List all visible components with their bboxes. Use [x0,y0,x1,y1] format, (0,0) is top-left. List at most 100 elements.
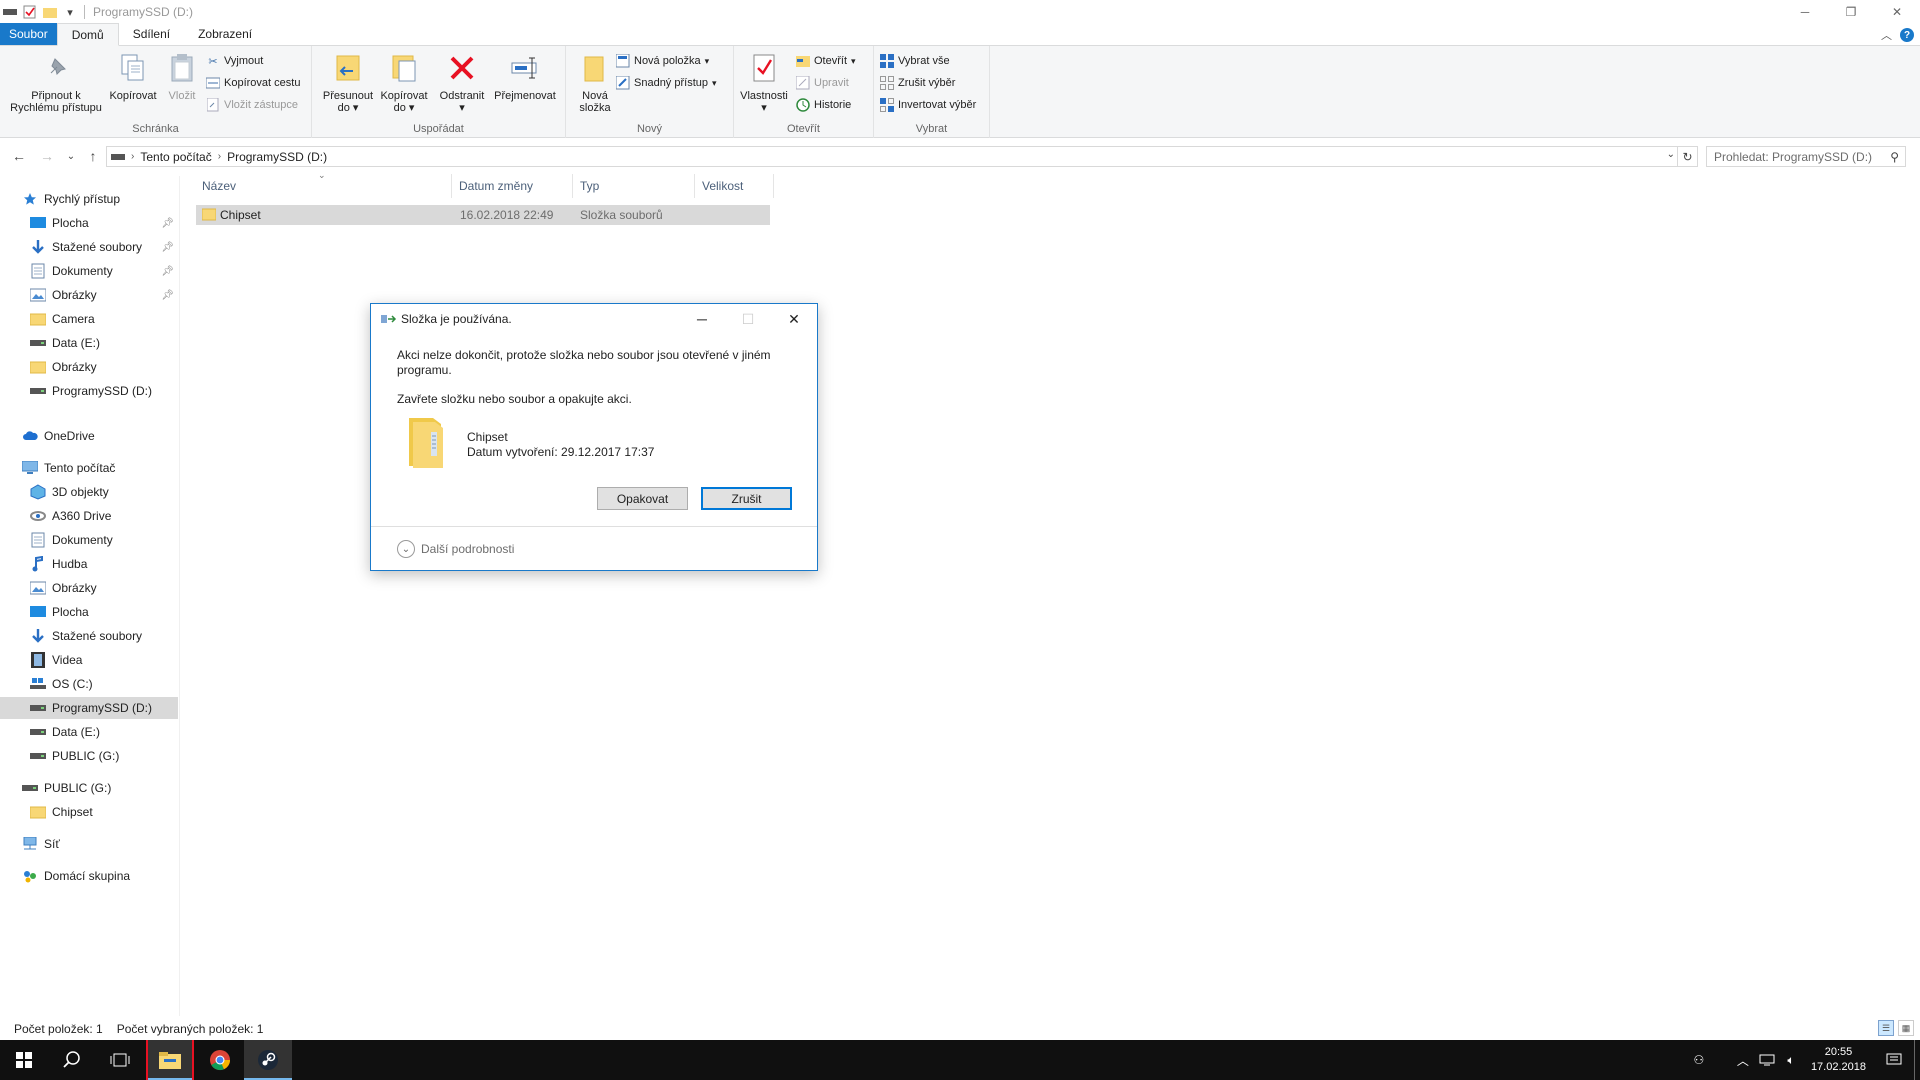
rename-button[interactable]: Přejmenovat [490,52,560,102]
sidebar-item-pc-7[interactable]: Videa [0,649,178,671]
tab-file[interactable]: Soubor [0,23,57,45]
people-icon[interactable]: ⚇ [1687,1053,1711,1067]
show-hidden-icons-icon[interactable]: ︿ [1731,1052,1755,1069]
address-dropdown-icon[interactable]: ⌄ [1667,149,1675,160]
back-arrow-icon[interactable]: ← [10,148,28,164]
sidebar-item-pc-11[interactable]: PUBLIC (G:) [0,745,178,767]
start-windows-icon[interactable] [0,1040,48,1080]
collapse-ribbon-icon[interactable]: ︿ [1881,27,1892,43]
nav-onedrive[interactable]: OneDrive [0,425,178,447]
sidebar-item-pc-1[interactable]: A360 Drive [0,505,178,527]
action-center-icon[interactable] [1874,1053,1914,1067]
breadcrumb-drive[interactable]: ProgramySSD (D:) [223,150,331,164]
paste-button[interactable]: Vložit [160,52,204,102]
task-view-icon[interactable] [96,1040,144,1080]
nav-public-drive[interactable]: PUBLIC (G:) [0,777,178,799]
table-row[interactable]: Chipset 16.02.2018 22:49 Složka souborů [196,205,770,225]
pin-quick-access-button[interactable]: Připnout k Rychlému přístupu [6,52,106,114]
maximize-button[interactable]: ❐ [1828,0,1874,24]
pin-icon[interactable]: 📌︎ [161,218,174,229]
sidebar-item-pc-4[interactable]: Obrázky [0,577,178,599]
move-to-button[interactable]: Přesunout do ▾ [320,52,376,114]
new-folder-qa-icon[interactable] [42,4,58,20]
nav-network[interactable]: Síť [0,833,178,855]
pin-icon[interactable]: 📌︎ [161,242,174,253]
search-taskbar-icon[interactable] [48,1040,96,1080]
sidebar-item-qa-6[interactable]: Obrázky [0,356,178,378]
copy-button[interactable]: Kopírovat [108,52,158,102]
sidebar-item-qa-3[interactable]: Obrázky 📌︎ [0,284,178,306]
new-folder-button[interactable]: Nová složka [570,52,620,114]
delete-button[interactable]: Odstranit ▾ [436,52,488,114]
breadcrumb-this-pc[interactable]: Tento počítač [136,150,215,164]
nav-homegroup[interactable]: Domácí skupina [0,865,178,887]
dialog-minimize-button[interactable]: ─ [679,304,725,334]
minimize-button[interactable]: ─ [1782,0,1828,24]
forward-arrow-icon[interactable]: → [38,148,56,164]
column-type[interactable]: Typ [574,174,695,198]
customize-qa-dropdown-icon[interactable]: ▾ [62,4,78,20]
cancel-button[interactable]: Zrušit [701,487,792,510]
properties-qa-icon[interactable] [22,4,38,20]
copy-path-button[interactable]: Kopírovat cestu [206,74,300,92]
sidebar-item-pc-6[interactable]: Stažené soubory [0,625,178,647]
recent-locations-chevron-icon[interactable]: ⌄ [62,148,80,164]
address-path[interactable]: › Tento počítač › ProgramySSD (D:) ⌄ [106,146,1678,167]
dialog-divider [371,526,817,527]
dialog-close-button[interactable]: ✕ [771,304,817,334]
sidebar-item-public-0[interactable]: Chipset [0,801,178,823]
show-desktop-button[interactable] [1914,1040,1920,1080]
properties-button[interactable]: Vlastnosti ▾ [738,52,790,114]
easy-access-button[interactable]: Snadný přístup ▾ [616,74,717,92]
clock[interactable]: 20:55 17.02.2018 [1803,1045,1874,1075]
cut-button[interactable]: ✂ Vyjmout [206,52,263,70]
tab-share[interactable]: Sdílení [119,23,184,45]
invert-selection-button[interactable]: Invertovat výběr [880,96,976,114]
tab-view[interactable]: Zobrazení [184,23,266,45]
history-button[interactable]: Historie [796,96,851,114]
tab-home[interactable]: Domů [56,23,119,46]
more-details-button[interactable]: ⌄ Další podrobnosti [397,540,514,558]
sidebar-item-qa-7[interactable]: ProgramySSD (D:) [0,380,178,402]
file-explorer-taskbar-icon[interactable] [146,1040,194,1080]
sidebar-item-pc-8[interactable]: OS (C:) [0,673,178,695]
retry-button[interactable]: Opakovat [597,487,688,510]
large-icons-view-icon[interactable]: ▦ [1898,1020,1914,1036]
history-icon [796,98,810,112]
chrome-icon[interactable] [196,1040,244,1080]
sidebar-item-qa-2[interactable]: Dokumenty 📌︎ [0,260,178,282]
pin-icon[interactable]: 📌︎ [161,266,174,277]
refresh-icon[interactable]: ↻ [1678,146,1698,167]
copy-to-button[interactable]: Kopírovat do ▾ [376,52,432,114]
steam-icon[interactable] [244,1040,292,1080]
volume-icon[interactable]: 🔈︎ [1779,1053,1803,1068]
sidebar-item-pc-3[interactable]: Hudba [0,553,178,575]
sidebar-item-pc-2[interactable]: Dokumenty [0,529,178,551]
search-input[interactable]: Prohledat: ProgramySSD (D:) ⚲ [1706,146,1906,167]
sidebar-item-qa-0[interactable]: Plocha 📌︎ [0,212,178,234]
nav-quick-access[interactable]: Rychlý přístup [0,188,178,210]
nav-this-pc[interactable]: Tento počítač [0,457,178,479]
details-view-icon[interactable]: ☰ [1878,1020,1894,1036]
network-icon[interactable] [1755,1054,1779,1066]
select-none-button[interactable]: Zrušit výběr [880,74,955,92]
column-date[interactable]: Datum změny [453,174,573,198]
pin-icon [40,52,72,84]
sidebar-item-pc-10[interactable]: Data (E:) [0,721,178,743]
sidebar-item-pc-0[interactable]: 3D objekty [0,481,178,503]
up-arrow-icon[interactable]: ↑ [84,148,102,164]
paste-shortcut-button[interactable]: Vložit zástupce [206,96,298,114]
column-size[interactable]: Velikost [696,174,774,198]
sidebar-item-qa-1[interactable]: Stažené soubory 📌︎ [0,236,178,258]
close-button[interactable]: ✕ [1874,0,1920,24]
pin-icon[interactable]: 📌︎ [161,290,174,301]
sidebar-item-pc-9[interactable]: ProgramySSD (D:) [0,697,178,719]
sidebar-item-pc-5[interactable]: Plocha [0,601,178,623]
sidebar-item-qa-4[interactable]: Camera [0,308,178,330]
open-button[interactable]: Otevřít ▾ [796,52,856,70]
sidebar-item-qa-5[interactable]: Data (E:) [0,332,178,354]
help-icon[interactable]: ? [1900,28,1914,42]
select-all-button[interactable]: Vybrat vše [880,52,950,70]
new-item-button[interactable]: Nová položka ▾ [616,52,709,70]
edit-button[interactable]: Upravit [796,74,849,92]
